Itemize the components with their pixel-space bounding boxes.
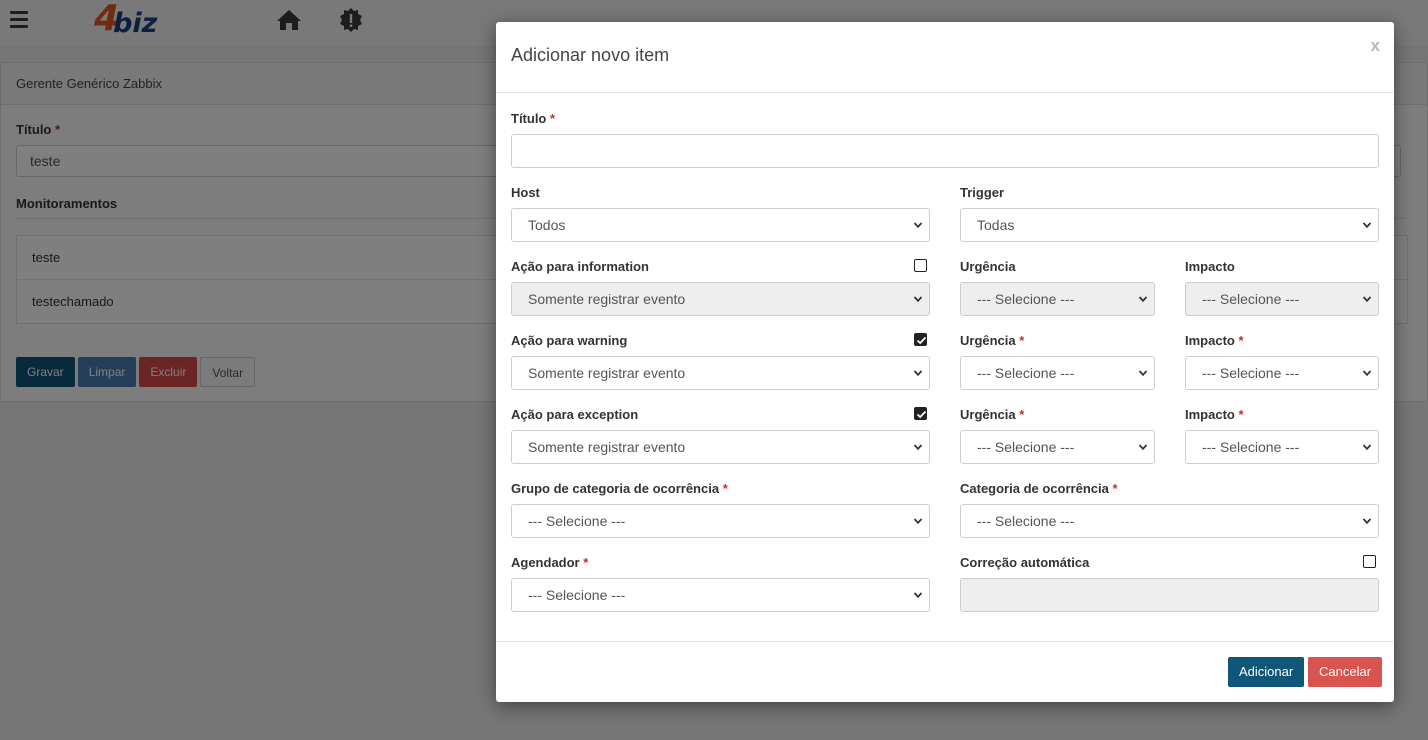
host-label: Host (511, 185, 540, 200)
host-select[interactable]: Todos (511, 208, 930, 242)
impacto-warning-label: Impacto * (1185, 333, 1244, 348)
acao-warning-checkbox[interactable] (914, 333, 927, 346)
chevron-down-icon (913, 444, 923, 451)
urgencia-information-label: Urgência (960, 259, 1016, 274)
trigger-select[interactable]: Todas (960, 208, 1379, 242)
acao-warning-value: Somente registrar evento (528, 365, 686, 381)
chevron-down-icon (913, 296, 923, 303)
acao-exception-label: Ação para exception (511, 407, 639, 422)
acao-exception-value: Somente registrar evento (528, 439, 686, 455)
urgencia-exception-select[interactable]: --- Selecione --- (960, 430, 1155, 464)
checkmark-icon (916, 336, 927, 345)
chevron-down-icon (913, 518, 923, 525)
modal-title: Adicionar novo item (511, 45, 670, 65)
trigger-value: Todas (977, 217, 1015, 233)
urgencia-exception-label: Urgência * (960, 407, 1025, 422)
acao-exception-select[interactable]: Somente registrar evento (511, 430, 930, 464)
agendador-select[interactable]: --- Selecione --- (511, 578, 930, 612)
impacto-information-value: --- Selecione --- (1202, 291, 1300, 307)
chevron-down-icon (1362, 370, 1372, 377)
urgencia-warning-value: --- Selecione --- (977, 365, 1075, 381)
close-button[interactable]: x (1371, 36, 1380, 56)
chevron-down-icon (913, 592, 923, 599)
chevron-down-icon (1362, 222, 1372, 229)
impacto-exception-value: --- Selecione --- (1202, 439, 1300, 455)
acao-information-checkbox[interactable] (914, 259, 927, 272)
correcao-checkbox[interactable] (1363, 555, 1376, 568)
chevron-down-icon (913, 222, 923, 229)
acao-information-label: Ação para information (511, 259, 649, 274)
acao-exception-checkbox[interactable] (914, 407, 927, 420)
add-item-modal: Adicionar novo item x Título * Host Todo… (496, 22, 1394, 702)
checkmark-icon (916, 410, 927, 419)
correcao-input (960, 578, 1379, 612)
agendador-label: Agendador * (511, 555, 589, 570)
modal-body: Título * Host Todos Trigger Todas Ação p… (496, 93, 1394, 642)
cancelar-button[interactable]: Cancelar (1308, 657, 1383, 687)
impacto-exception-label: Impacto * (1185, 407, 1244, 422)
chevron-down-icon (1138, 296, 1148, 303)
urgencia-warning-select[interactable]: --- Selecione --- (960, 356, 1155, 390)
grupo-categoria-label: Grupo de categoria de ocorrência * (511, 481, 728, 496)
chevron-down-icon (1362, 296, 1372, 303)
categoria-label: Categoria de ocorrência * (960, 481, 1118, 496)
urgencia-warning-label: Urgência * (960, 333, 1025, 348)
urgencia-exception-value: --- Selecione --- (977, 439, 1075, 455)
chevron-down-icon (1362, 518, 1372, 525)
acao-information-value: Somente registrar evento (528, 291, 686, 307)
impacto-exception-select[interactable]: --- Selecione --- (1185, 430, 1379, 464)
acao-warning-select[interactable]: Somente registrar evento (511, 356, 930, 390)
urgencia-information-value: --- Selecione --- (977, 291, 1075, 307)
chevron-down-icon (1362, 444, 1372, 451)
grupo-categoria-value: --- Selecione --- (528, 513, 626, 529)
urgencia-information-select: --- Selecione --- (960, 282, 1155, 316)
titulo-label: Título * (511, 111, 556, 126)
impacto-information-label: Impacto (1185, 259, 1235, 274)
agendador-value: --- Selecione --- (528, 587, 626, 603)
acao-warning-label: Ação para warning (511, 333, 628, 348)
categoria-value: --- Selecione --- (977, 513, 1075, 529)
impacto-warning-value: --- Selecione --- (1202, 365, 1300, 381)
correcao-label: Correção automática (960, 555, 1090, 570)
trigger-label: Trigger (960, 185, 1005, 200)
impacto-information-select: --- Selecione --- (1185, 282, 1379, 316)
impacto-warning-select[interactable]: --- Selecione --- (1185, 356, 1379, 390)
grupo-categoria-select[interactable]: --- Selecione --- (511, 504, 930, 538)
modal-header: Adicionar novo item x (496, 22, 1394, 93)
chevron-down-icon (1138, 370, 1148, 377)
chevron-down-icon (913, 370, 923, 377)
host-value: Todos (528, 217, 566, 233)
modal-footer: Adicionar Cancelar (496, 641, 1394, 703)
categoria-select[interactable]: --- Selecione --- (960, 504, 1379, 538)
acao-information-select: Somente registrar evento (511, 282, 930, 316)
titulo-input[interactable] (511, 134, 1379, 168)
chevron-down-icon (1138, 444, 1148, 451)
adicionar-button[interactable]: Adicionar (1228, 657, 1305, 687)
